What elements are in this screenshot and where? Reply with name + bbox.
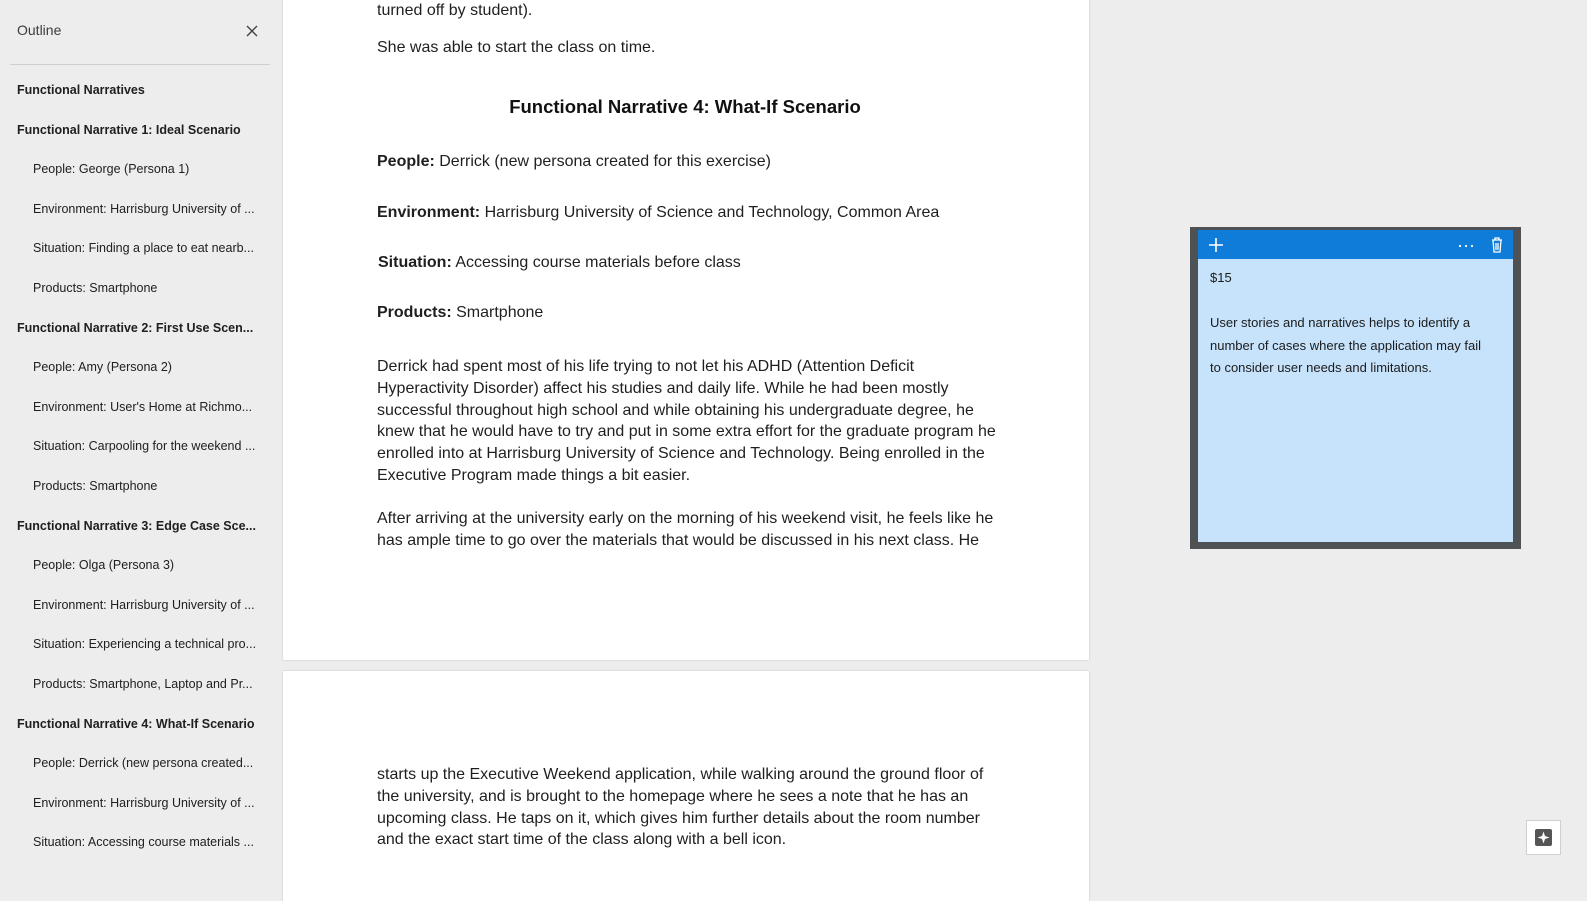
paragraph-line: has ample time to go over the materials …	[377, 531, 980, 549]
paragraph-1: Derrick had spent most of his life tryin…	[377, 356, 996, 487]
people-label: People:	[377, 153, 435, 170]
outline-subitem[interactable]: Environment: Harrisburg University of ..…	[0, 784, 263, 824]
paragraph-3: starts up the Executive Weekend applicat…	[377, 764, 983, 851]
sticky-note-text: User stories and narratives helps to ide…	[1210, 312, 1481, 380]
outline-panel: Outline Functional Narratives Functional …	[0, 0, 278, 882]
paragraph-line: upcoming class. He taps on it, which giv…	[377, 809, 980, 827]
more-icon[interactable]	[1456, 235, 1476, 255]
paragraph-line: the university, and is brought to the ho…	[377, 787, 969, 805]
outline-divider	[10, 64, 270, 65]
outline-subitem[interactable]: Situation: Accessing course materials ..…	[0, 823, 263, 863]
sparkle-note-icon[interactable]	[1526, 820, 1561, 855]
paragraph-line: knew that he would have to try and put i…	[377, 423, 996, 441]
paragraph-line: successful throughout high school and wh…	[377, 401, 974, 419]
paragraph-line: and the exact start time of the class al…	[377, 831, 787, 849]
document-page-2: starts up the Executive Weekend applicat…	[283, 671, 1089, 901]
sticky-note-line: to consider user needs and limitations.	[1210, 360, 1432, 375]
outline-subitem[interactable]: People: Olga (Persona 3)	[0, 546, 263, 586]
sticky-note-price: $15	[1210, 270, 1232, 285]
outline-heading-item[interactable]: Functional Narrative 1: Ideal Scenario	[0, 111, 265, 151]
situation-label: Situation:	[378, 254, 452, 271]
environment-field: Environment: Harrisburg University of Sc…	[377, 202, 939, 224]
section-heading: Functional Narrative 4: What-If Scenario	[509, 96, 861, 117]
outline-subitem[interactable]: Products: Smartphone, Laptop and Pr...	[0, 665, 263, 705]
paragraph-line: Derrick had spent most of his life tryin…	[377, 358, 915, 375]
outline-subitem[interactable]: People: Derrick (new persona created...	[0, 744, 263, 784]
outline-subitem[interactable]: Products: Smartphone	[0, 269, 263, 309]
paragraph-line: After arriving at the university early o…	[377, 510, 994, 527]
sticky-note[interactable]: $15 User stories and narratives helps to…	[1190, 227, 1521, 549]
outline-subitem[interactable]: Environment: Harrisburg University of ..…	[0, 586, 263, 626]
paragraph-2: After arriving at the university early o…	[377, 508, 993, 552]
environment-label: Environment:	[377, 204, 481, 221]
paragraph-line: Executive Program made things a bit easi…	[377, 466, 691, 484]
outline-subitem[interactable]: Situation: Carpooling for the weekend ..…	[0, 427, 263, 467]
doc-line-start-time: She was able to start the class on time.	[377, 39, 656, 56]
outline-list: Functional Narratives Functional Narrativ…	[0, 71, 278, 863]
outline-subitem[interactable]: Situation: Finding a place to eat nearb.…	[0, 229, 263, 269]
doc-line-continuation: turned off by student).	[377, 2, 533, 19]
paragraph-line: enrolled into at Harrisburg University o…	[377, 445, 985, 463]
people-field: People: Derrick (new persona created for…	[377, 151, 771, 173]
document-page-1: turned off by student). She was able to …	[283, 0, 1089, 660]
paragraph-line: starts up the Executive Weekend applicat…	[377, 766, 984, 783]
outline-subitem[interactable]: Situation: Experiencing a technical pro.…	[0, 625, 263, 665]
outline-header: Outline	[17, 22, 262, 42]
outline-title: Outline	[17, 22, 62, 38]
outline-heading-item[interactable]: Functional Narrative 2: First Use Scen..…	[0, 309, 265, 349]
situation-value: Accessing course materials before class	[451, 254, 741, 271]
products-field: Products: Smartphone	[377, 302, 543, 324]
situation-field: Situation: Accessing course materials be…	[378, 252, 741, 274]
paragraph-line: Hyperactivity Disorder) affect his studi…	[377, 379, 949, 397]
people-value: Derrick (new persona created for this ex…	[434, 153, 771, 170]
sticky-note-line: User stories and narratives helps to ide…	[1210, 315, 1471, 330]
products-value: Smartphone	[451, 304, 544, 321]
plus-icon[interactable]	[1206, 235, 1226, 255]
outline-subitem[interactable]: People: Amy (Persona 2)	[0, 348, 263, 388]
trash-icon[interactable]	[1487, 235, 1507, 255]
environment-value: Harrisburg University of Science and Tec…	[480, 204, 940, 221]
outline-heading-item[interactable]: Functional Narrative 3: Edge Case Sce...	[0, 507, 265, 547]
outline-subitem[interactable]: Products: Smartphone	[0, 467, 263, 507]
outline-heading-item[interactable]: Functional Narratives	[0, 71, 265, 111]
sticky-note-body[interactable]: $15 User stories and narratives helps to…	[1198, 259, 1513, 542]
outline-subitem[interactable]: People: George (Persona 1)	[0, 150, 263, 190]
close-icon[interactable]	[243, 22, 261, 40]
products-label: Products:	[377, 304, 452, 321]
sticky-note-line: number of cases where the application ma…	[1210, 337, 1481, 353]
sticky-note-titlebar[interactable]	[1198, 230, 1513, 259]
outline-subitem[interactable]: Environment: User's Home at Richmo...	[0, 388, 263, 428]
outline-heading-item[interactable]: Functional Narrative 4: What-If Scenario	[0, 705, 265, 745]
outline-subitem[interactable]: Environment: Harrisburg University of ..…	[0, 190, 263, 230]
